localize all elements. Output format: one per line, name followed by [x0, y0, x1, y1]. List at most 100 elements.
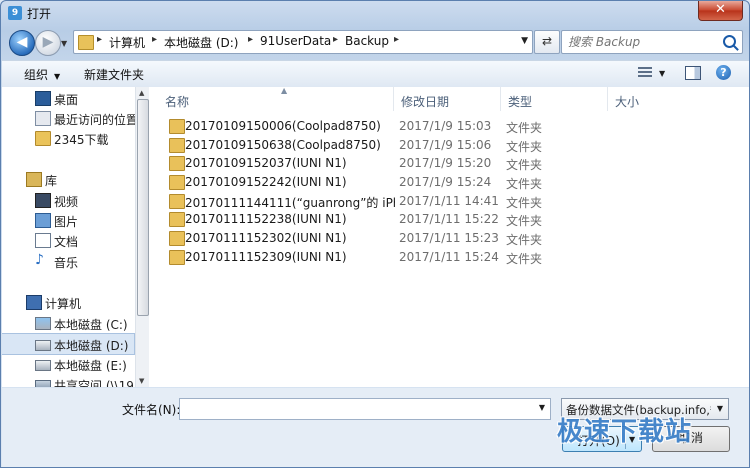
file-row[interactable]: 20170111144111(“guanrong”的 iPh... 2017/1…: [165, 192, 745, 210]
scroll-up-icon[interactable]: ▲: [139, 89, 144, 97]
chevron-down-icon[interactable]: ▼: [539, 403, 545, 412]
breadcrumb-separator[interactable]: ▸: [394, 34, 399, 45]
nav-item-shared-space[interactable]: 共享空间 (\\192: [2, 374, 134, 387]
file-row[interactable]: 20170111152309(IUNI N1) 2017/1/11 15:24 …: [165, 248, 745, 266]
nav-item-music[interactable]: ♪ 音乐: [2, 251, 134, 271]
nav-item-desktop[interactable]: 桌面: [2, 88, 134, 108]
sort-ascending-icon: ▲: [281, 86, 288, 95]
nav-item-libraries[interactable]: 库: [2, 169, 134, 189]
file-row[interactable]: 20170111152302(IUNI N1) 2017/1/11 15:23 …: [165, 229, 745, 247]
address-bar[interactable]: ▸ 计算机 ▸ 本地磁盘 (D:) ▸ 91UserData ▸ Backup …: [73, 30, 533, 54]
folder-icon: [169, 250, 185, 265]
nav-item-drive-c[interactable]: 本地磁盘 (C:): [2, 313, 134, 333]
file-modified: 2017/1/11 15:24: [399, 250, 499, 264]
file-row[interactable]: 20170109150638(Coolpad8750) 2017/1/9 15:…: [165, 136, 745, 154]
nav-item-2345-downloads[interactable]: 2345下载: [2, 128, 134, 148]
change-view-icon[interactable]: [638, 67, 652, 79]
nav-item-pictures[interactable]: 图片: [2, 210, 134, 230]
nav-item-computer[interactable]: 计算机: [2, 292, 134, 312]
nav-label: 视频: [54, 195, 79, 209]
open-file-dialog: 9 打开 ✕ ◀ ▶ ▼ ▸ 计算机 ▸ 本地磁盘 (D:) ▸ 91UserD…: [0, 0, 750, 468]
help-icon[interactable]: ?: [716, 65, 731, 80]
file-type: 文件夹: [506, 140, 543, 154]
back-button[interactable]: ◀: [9, 30, 35, 56]
breadcrumb-backup[interactable]: Backup: [345, 34, 389, 48]
folder-icon: [35, 131, 51, 146]
nav-label: 本地磁盘 (D:): [54, 339, 129, 353]
column-header-name[interactable]: 名称 ▲: [157, 86, 394, 111]
new-folder-button[interactable]: 新建文件夹: [84, 66, 144, 83]
column-label: 修改日期: [401, 95, 450, 109]
back-arrow-icon: ◀: [16, 34, 28, 50]
breadcrumb-separator[interactable]: ▸: [248, 34, 253, 45]
search-input[interactable]: [566, 33, 720, 51]
folder-icon: [169, 138, 185, 153]
breadcrumb-separator[interactable]: ▸: [97, 34, 102, 45]
address-history-dropdown[interactable]: ▼: [521, 36, 528, 46]
nav-label: 计算机: [45, 297, 82, 311]
filename-input[interactable]: [183, 401, 532, 417]
file-type: 文件夹: [506, 252, 543, 266]
document-library-icon: [35, 233, 51, 248]
refresh-icon: ⇄: [541, 34, 553, 48]
file-row[interactable]: 20170109152037(IUNI N1) 2017/1/9 15:20 文…: [165, 154, 745, 172]
window-title: 打开: [27, 7, 52, 21]
nav-label: 文档: [54, 235, 79, 249]
search-icon[interactable]: [723, 35, 736, 48]
file-row[interactable]: 20170109152242(IUNI N1) 2017/1/9 15:24 文…: [165, 173, 745, 191]
breadcrumb-91userdata[interactable]: 91UserData: [260, 34, 331, 48]
address-row: ◀ ▶ ▼ ▸ 计算机 ▸ 本地磁盘 (D:) ▸ 91UserData ▸ B…: [1, 27, 749, 57]
file-row[interactable]: 20170111152238(IUNI N1) 2017/1/11 15:22 …: [165, 210, 745, 228]
column-header-modified[interactable]: 修改日期: [393, 87, 501, 111]
view-options-dropdown[interactable]: ▼: [659, 69, 665, 78]
file-modified: 2017/1/9 15:06: [399, 138, 492, 152]
folder-icon: [169, 194, 185, 209]
file-modified: 2017/1/9 15:20: [399, 156, 492, 170]
folder-icon: [169, 212, 185, 227]
forward-button[interactable]: ▶: [35, 30, 61, 56]
scroll-down-icon[interactable]: ▼: [139, 377, 144, 385]
scrollbar-thumb[interactable]: [137, 99, 149, 316]
desktop-icon: [35, 91, 51, 106]
nav-item-videos[interactable]: 视频: [2, 190, 134, 210]
organize-button[interactable]: 组织 ▼: [24, 66, 60, 83]
column-header-type[interactable]: 类型: [500, 87, 608, 111]
folder-icon: [169, 119, 185, 134]
file-name: 20170111152302(IUNI N1): [185, 231, 347, 245]
file-type: 文件夹: [506, 177, 543, 191]
breadcrumb-drive-d[interactable]: 本地磁盘 (D:): [164, 34, 238, 51]
watermark-logo: 极速下载站: [557, 417, 693, 447]
preview-pane-icon[interactable]: [685, 66, 701, 80]
breadcrumb-computer[interactable]: 计算机: [109, 34, 145, 51]
column-label: 名称: [165, 95, 190, 109]
close-button[interactable]: ✕: [698, 1, 743, 21]
nav-scrollbar[interactable]: ▲ ▼: [135, 87, 149, 387]
file-type: 文件夹: [506, 196, 543, 210]
folder-icon: [169, 175, 185, 190]
library-icon: [26, 172, 42, 187]
nav-item-drive-d[interactable]: 本地磁盘 (D:): [2, 333, 135, 355]
file-row[interactable]: 20170109150006(Coolpad8750) 2017/1/9 15:…: [165, 117, 745, 135]
system-drive-icon: [35, 317, 51, 330]
file-modified: 2017/1/9 15:03: [399, 119, 492, 133]
title-bar: 9 打开 ✕: [1, 1, 749, 25]
forward-arrow-icon: ▶: [42, 34, 54, 50]
recent-pages-dropdown[interactable]: ▼: [61, 39, 67, 48]
close-icon: ✕: [715, 2, 726, 17]
navigation-pane: 桌面 最近访问的位置 2345下载 库 视频 图片 文档 ♪ 音乐 计算机 本地…: [2, 87, 149, 387]
nav-item-documents[interactable]: 文档: [2, 230, 134, 250]
file-list: 名称 ▲ 修改日期 类型 大小 20170109150006(Coolpad87…: [149, 86, 749, 387]
column-label: 大小: [615, 95, 640, 109]
search-box[interactable]: [561, 30, 743, 54]
column-header-size[interactable]: 大小: [607, 87, 707, 111]
nav-item-recent-places[interactable]: 最近访问的位置: [2, 108, 138, 128]
breadcrumb-separator[interactable]: ▸: [152, 34, 157, 45]
nav-item-drive-e[interactable]: 本地磁盘 (E:): [2, 354, 134, 374]
organize-label: 组织: [24, 68, 49, 82]
drive-icon: [35, 340, 51, 351]
breadcrumb-separator[interactable]: ▸: [333, 34, 338, 45]
nav-label: 桌面: [54, 93, 79, 107]
refresh-button[interactable]: ⇄: [534, 30, 560, 54]
filename-combobox[interactable]: ▼: [179, 398, 551, 420]
file-modified: 2017/1/11 14:41: [399, 194, 499, 208]
